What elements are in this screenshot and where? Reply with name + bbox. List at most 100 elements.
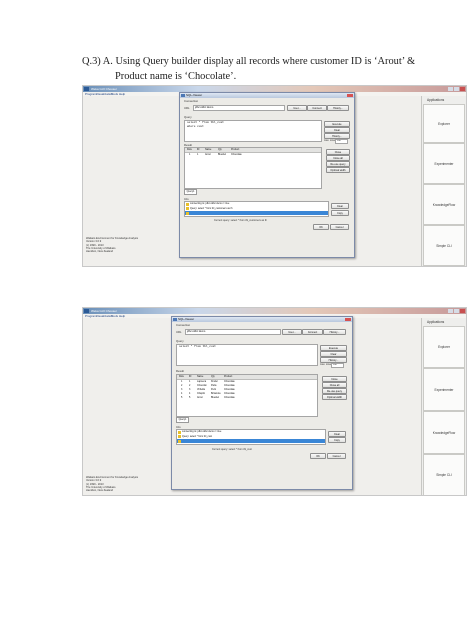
list-item[interactable]: Query: select * from tbl_cust (177, 435, 325, 439)
menu-tools[interactable]: Tools (111, 314, 118, 318)
ok-button[interactable]: OK (313, 224, 329, 230)
info-text: Query: select * from tbl_customers as th (190, 206, 233, 210)
connection-label: Connection (176, 323, 191, 327)
tab-query1[interactable]: Query1 (184, 189, 197, 195)
tab-query1[interactable]: Query1 (176, 417, 189, 423)
list-item-selected[interactable] (177, 439, 325, 443)
sql-viewer-dialog: SQL-Viewer Connection URL jdbc:odbc:demo… (179, 92, 355, 258)
result-label: Result (176, 369, 184, 373)
cancel-button[interactable]: Cancel (330, 224, 349, 230)
url-input[interactable]: jdbc:odbc:demo (185, 329, 281, 335)
knowledgeflow-button[interactable]: KnowledgeFlow (423, 184, 465, 225)
query-input[interactable]: select * from tbl_cust where cust (184, 120, 322, 142)
menu-program[interactable]: Program (85, 314, 97, 318)
history-button[interactable]: History... (327, 105, 349, 111)
table-cell: 5 (181, 396, 183, 399)
sql-viewer-dialog: SQL-Viewer Connection URL jdbc:odbc:demo… (171, 316, 353, 490)
table-cell: 5 (189, 396, 191, 399)
sql-viewer-icon (181, 94, 185, 97)
url-label: URL (184, 106, 190, 110)
current-query-status: Current query: select * from tbl_cust (212, 448, 252, 451)
minimize-icon[interactable] (448, 309, 453, 313)
applications-panel: Applications Explorer Experimenter Knowl… (421, 96, 466, 266)
url-label: URL (176, 330, 182, 334)
screenshot-2: Weka GUI Chooser Program Visualization T… (82, 307, 467, 496)
info-copy-button[interactable]: Copy (328, 437, 346, 443)
table-cell: Chocolate (224, 396, 235, 399)
info-icon (186, 207, 189, 210)
info-text: Query: select * from tbl_cust (182, 434, 213, 438)
list-item[interactable]: Query: select * from tbl_customers as th (185, 207, 328, 211)
column-header[interactable]: Row (179, 375, 184, 379)
list-item[interactable]: connecting to: jdbc:odbc:demo = true (177, 430, 325, 434)
table-cell: Bluebel (218, 153, 226, 156)
applications-title: Applications (427, 98, 445, 102)
close-icon[interactable] (460, 309, 465, 313)
explorer-button[interactable]: Explorer (423, 104, 465, 143)
optimal-width-button[interactable]: Optimal width (326, 167, 350, 173)
optimal-width-button[interactable]: Optimal width (322, 394, 347, 400)
menu-help[interactable]: Help (119, 92, 125, 96)
info-copy-button[interactable]: Copy (331, 210, 349, 216)
minimize-icon[interactable] (448, 87, 453, 91)
dialog-title: SQL-Viewer (186, 93, 203, 97)
connect-button[interactable]: Connect (307, 105, 327, 111)
menu-program[interactable]: Program (85, 92, 97, 96)
maximize-icon[interactable] (454, 309, 459, 313)
menu-tools[interactable]: Tools (111, 92, 118, 96)
column-header[interactable]: Name (197, 375, 203, 379)
column-header[interactable]: Qty (218, 148, 222, 152)
column-header[interactable]: Product (231, 148, 239, 152)
experimenter-button[interactable]: Experimenter (423, 368, 465, 411)
table-row[interactable]: 5 5 Arout Bluebel Chocolate (177, 396, 317, 400)
knowledgeflow-button[interactable]: KnowledgeFlow (423, 411, 465, 454)
screenshot-1: Weka GUI Chooser Program Visualization T… (82, 85, 467, 267)
explorer-button[interactable]: Explorer (423, 326, 465, 368)
weka-info: Waikato Environment for Knowledge Analys… (86, 476, 138, 492)
info-icon (178, 439, 181, 443)
maximize-icon[interactable] (454, 87, 459, 91)
weka-icon (84, 309, 89, 313)
dialog-title: SQL-Viewer (178, 317, 195, 321)
question-line-1: Q.3) A. Using Query builder display all … (82, 56, 416, 67)
experimenter-button[interactable]: Experimenter (423, 143, 465, 184)
user-button[interactable]: User... (287, 105, 307, 111)
dialog-close-icon[interactable] (345, 318, 351, 321)
close-icon[interactable] (460, 87, 465, 91)
max-rows-input[interactable]: 100 (335, 139, 348, 144)
url-input[interactable]: jdbc:odbc:demo (193, 105, 285, 111)
info-icon (178, 430, 181, 434)
max-rows-label: max. rows (324, 139, 335, 142)
info-list: connecting to: jdbc:odbc:demo = true Que… (176, 429, 326, 445)
list-item[interactable]: connecting to: jdbc:odbc:demo = true (185, 202, 328, 206)
info-clear-button[interactable]: Clear (331, 203, 349, 209)
table-row[interactable]: 1 1 Arout Bluebel Chocolate (185, 153, 321, 157)
weka-info: Waikato Environment for Knowledge Analys… (86, 237, 138, 253)
user-button[interactable]: User... (282, 329, 302, 335)
column-header[interactable]: Qty (211, 375, 215, 379)
dialog-titlebar: SQL-Viewer (172, 317, 352, 322)
ok-button[interactable]: OK (310, 453, 326, 459)
dialog-close-icon[interactable] (347, 94, 353, 97)
result-table: Row ID Name Qty Product 1 1 Arout Bluebe… (184, 147, 322, 189)
history-button[interactable]: History... (323, 329, 346, 335)
menu-help[interactable]: Help (119, 314, 125, 318)
question-line-2: Product name is ‘Chocolate’. (115, 71, 237, 82)
list-item-selected[interactable] (185, 211, 328, 215)
column-header[interactable]: ID (189, 375, 191, 379)
max-rows-input[interactable]: 100 (331, 363, 344, 368)
query-input[interactable]: select * from tbl_cust (176, 344, 318, 366)
connect-button[interactable]: Connect (302, 329, 323, 335)
info-icon (186, 202, 189, 206)
cancel-button[interactable]: Cancel (327, 453, 346, 459)
column-header[interactable]: Name (205, 148, 211, 152)
dialog-titlebar: SQL-Viewer (180, 93, 354, 98)
simple-cli-button[interactable]: Simple CLI (423, 454, 465, 495)
column-header[interactable]: ID (197, 148, 199, 152)
info-text: connecting to: jdbc:odbc:demo = true (182, 430, 222, 433)
column-header[interactable]: Product (224, 375, 232, 379)
current-query-status: Current query: select * from tbl_custome… (214, 219, 267, 222)
simple-cli-button[interactable]: Simple CLI (423, 225, 465, 266)
column-header[interactable]: Row (187, 148, 192, 152)
table-cell: Chocolate (231, 153, 242, 156)
